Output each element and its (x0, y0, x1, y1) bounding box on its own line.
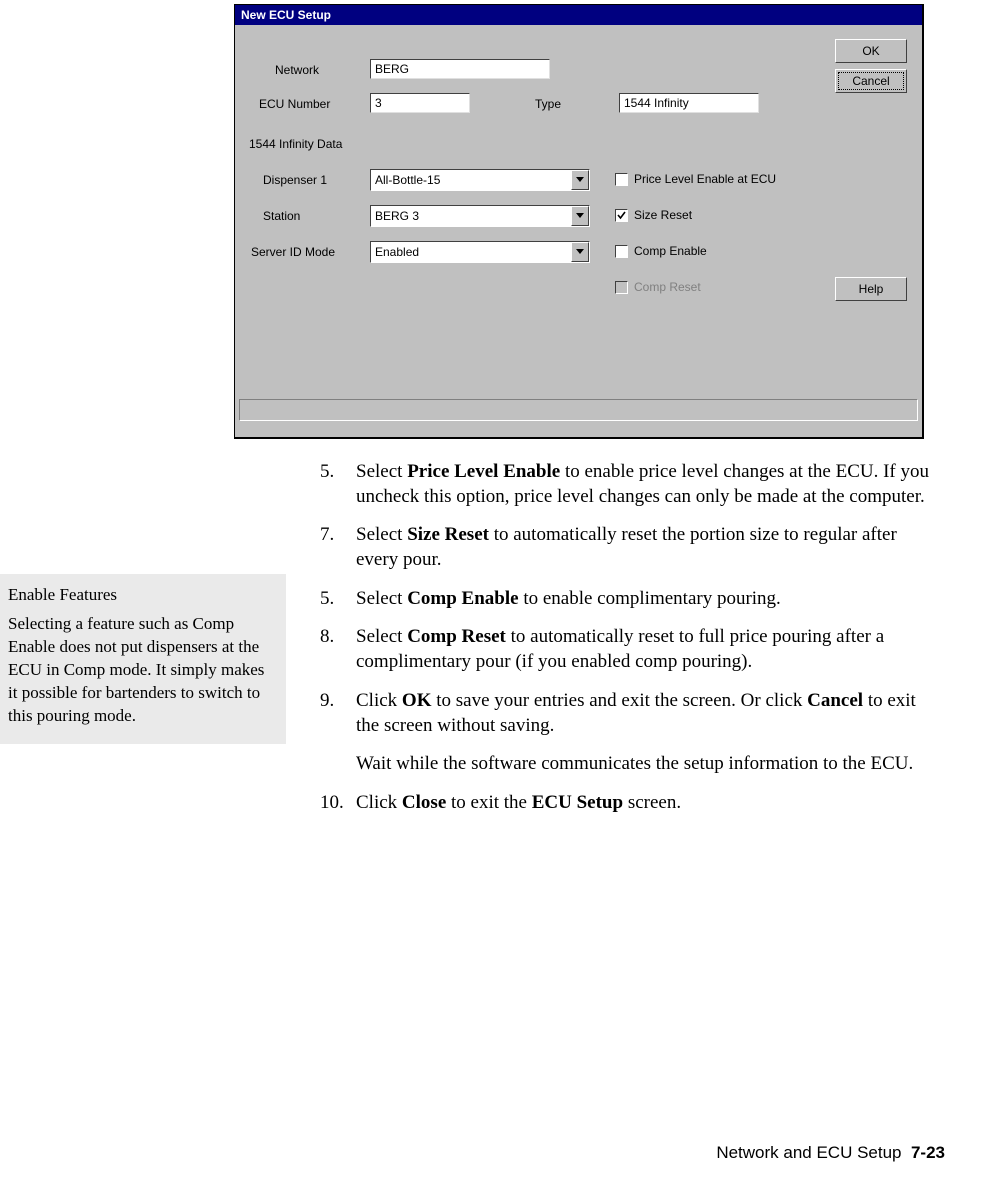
ok-button[interactable]: OK (835, 39, 907, 63)
combo-server-id-mode[interactable]: Enabled (370, 241, 590, 263)
field-network[interactable]: BERG (370, 59, 550, 79)
step-8: 8. Select Comp Reset to automatically re… (320, 625, 940, 674)
step-text: Select Size Reset to automatically reset… (356, 523, 940, 572)
checkbox-size-reset[interactable]: Size Reset (615, 208, 692, 222)
footer-page: 7-23 (911, 1143, 945, 1162)
step-text: Select Price Level Enable to enable pric… (356, 460, 940, 509)
status-bar (239, 399, 918, 421)
checkbox-label: Price Level Enable at ECU (634, 172, 776, 186)
page-footer: Network and ECU Setup 7-23 (716, 1143, 945, 1163)
label-network: Network (275, 63, 319, 77)
combo-station[interactable]: BERG 3 (370, 205, 590, 227)
step-text: Click Close to exit the ECU Setup screen… (356, 791, 940, 816)
step-number: 5. (320, 460, 356, 509)
step-10: 10. Click Close to exit the ECU Setup sc… (320, 791, 940, 816)
combo-server-id-value: Enabled (371, 245, 571, 259)
checkbox-label: Comp Enable (634, 244, 707, 258)
label-section-1544: 1544 Infinity Data (249, 137, 342, 151)
step-number: 9. (320, 689, 356, 777)
cancel-button[interactable]: Cancel (835, 69, 907, 93)
chevron-down-icon[interactable] (571, 170, 589, 190)
label-ecu-number: ECU Number (259, 97, 330, 111)
step-number: 7. (320, 523, 356, 572)
step-9: 9. Click OK to save your entries and exi… (320, 689, 940, 777)
dialog-titlebar: New ECU Setup (235, 5, 922, 25)
label-dispenser: Dispenser 1 (263, 173, 327, 187)
step-text: Click OK to save your entries and exit t… (356, 689, 940, 777)
step-text: Select Comp Enable to enable complimenta… (356, 587, 940, 612)
step-7: 7. Select Size Reset to automatically re… (320, 523, 940, 572)
chevron-down-icon[interactable] (571, 242, 589, 262)
sidebar-note-title: Enable Features (8, 584, 274, 607)
combo-dispenser-value: All-Bottle-15 (371, 173, 571, 187)
step-text: Select Comp Reset to automatically reset… (356, 625, 940, 674)
checkbox-comp-enable[interactable]: Comp Enable (615, 244, 707, 258)
checkbox-box (615, 281, 628, 294)
step-number: 5. (320, 587, 356, 612)
footer-text: Network and ECU Setup (716, 1143, 901, 1162)
checkbox-label: Comp Reset (634, 280, 701, 294)
step-list: 5. Select Price Level Enable to enable p… (320, 460, 940, 830)
sidebar-note: Enable Features Selecting a feature such… (0, 574, 286, 744)
chevron-down-icon[interactable] (571, 206, 589, 226)
checkbox-comp-reset: Comp Reset (615, 280, 701, 294)
combo-dispenser[interactable]: All-Bottle-15 (370, 169, 590, 191)
step-5b: 5. Select Comp Enable to enable complime… (320, 587, 940, 612)
checkbox-box (615, 209, 628, 222)
label-station: Station (263, 209, 300, 223)
step-5a: 5. Select Price Level Enable to enable p… (320, 460, 940, 509)
step-number: 10. (320, 791, 356, 816)
checkbox-label: Size Reset (634, 208, 692, 222)
checkbox-price-level-enable[interactable]: Price Level Enable at ECU (615, 172, 776, 186)
dialog-new-ecu-setup: New ECU Setup Network BERG ECU Number 3 … (234, 4, 924, 439)
step-number: 8. (320, 625, 356, 674)
label-server-id-mode: Server ID Mode (251, 245, 335, 259)
label-type: Type (535, 97, 561, 111)
sidebar-note-body: Selecting a feature such as Comp Enable … (8, 614, 264, 725)
checkbox-box (615, 173, 628, 186)
checkbox-box (615, 245, 628, 258)
field-type[interactable]: 1544 Infinity (619, 93, 759, 113)
field-ecu-number[interactable]: 3 (370, 93, 470, 113)
dialog-body: Network BERG ECU Number 3 Type 1544 Infi… (235, 25, 922, 425)
help-button[interactable]: Help (835, 277, 907, 301)
combo-station-value: BERG 3 (371, 209, 571, 223)
